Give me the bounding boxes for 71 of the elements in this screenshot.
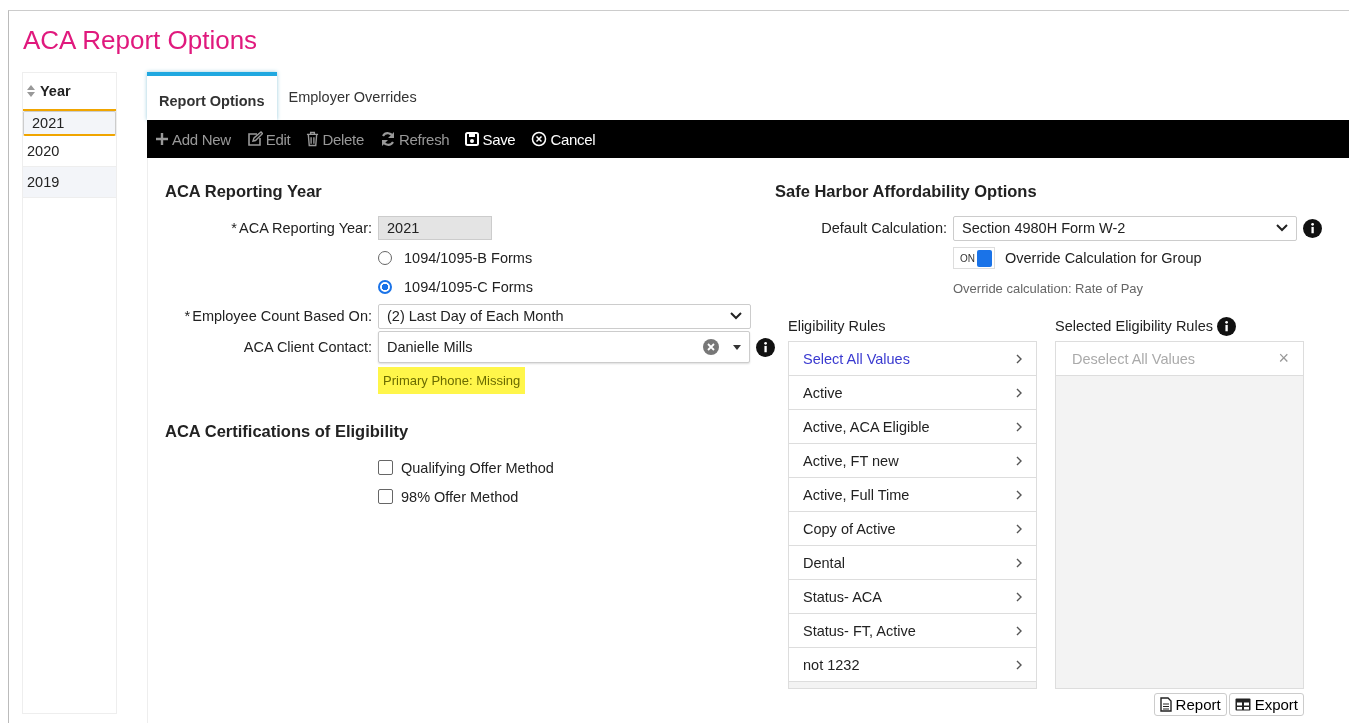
save-icon [465,132,480,146]
list-heading: Eligibility Rules [788,317,887,336]
clear-icon[interactable] [703,339,720,355]
calculation-dropdown[interactable]: Section 4980H Form W-2 [953,215,1297,241]
chevron-right-icon [1016,489,1022,500]
list-item[interactable]: not 1232 [789,648,1036,682]
required-mark: * [231,220,237,236]
list-item[interactable]: Active, FT new [789,444,1036,478]
save-button[interactable]: Save [465,130,516,148]
list-item[interactable]: Status- FT, Active [789,614,1036,648]
checkbox[interactable] [378,460,393,475]
list-item[interactable]: Active, ACA Eligible [789,410,1036,444]
option-label: 1094/1095-B Forms [404,249,533,266]
info-icon[interactable] [1303,218,1322,238]
list-item[interactable]: Status- ACA [789,580,1036,614]
report-button[interactable]: Report [1153,693,1227,716]
chevron-right-icon [1016,455,1022,466]
chevron-right-icon [1016,557,1022,568]
warning-label: Primary Phone: Missing [378,367,526,394]
field-label: Default Calculation: [820,220,947,236]
contact-combobox[interactable]: Danielle Mills [378,331,751,363]
chevron-down-icon [1276,224,1288,232]
info-icon[interactable] [1216,316,1236,336]
option-label: 98% Offer Method [401,488,519,505]
table-icon [1234,698,1251,711]
list-item[interactable]: Active, Full Time [789,478,1036,512]
toggle-label: Override Calculation for Group [1005,250,1202,266]
trash-icon [306,131,320,147]
tab[interactable]: Employer Overrides [276,74,429,120]
radio-button[interactable] [378,279,392,294]
document-icon [1159,697,1172,712]
year-field: 2021 [378,216,492,240]
chevron-right-icon [1016,625,1022,636]
cancel-icon [531,131,548,147]
page-title: ACA Report Options [22,24,259,57]
year-row[interactable]: 2019 [23,167,116,198]
list-item[interactable]: Copy of Active [789,512,1036,546]
section-heading: ACA Certifications of Eligibility [165,422,410,441]
chevron-right-icon [1016,421,1022,432]
chevron-right-icon [1016,353,1022,364]
checkbox[interactable] [378,489,393,504]
field-label: ACA Reporting Year: [239,220,372,236]
option-label: 1094/1095-C Forms [404,278,533,295]
option-label: Qualifying Offer Method [401,459,554,476]
info-icon[interactable] [756,337,775,357]
chevron-down-icon [730,312,742,320]
required-mark: * [184,308,191,324]
list-heading: Selected Eligibility Rules [1055,318,1213,334]
note-text: Override calculation: Rate of Pay [953,280,1144,296]
field-label: Employee Count Based On: [192,308,372,324]
header-label: Year [40,83,71,99]
count-dropdown[interactable]: (2) Last Day of Each Month [378,303,751,329]
field-label: ACA Client Contact: [242,339,372,355]
list-item[interactable]: Dental [789,546,1036,580]
list-item[interactable]: Active [789,376,1036,410]
chevron-right-icon [1016,659,1022,670]
caret-icon[interactable] [733,344,742,350]
refresh-icon [380,131,396,147]
section-heading: Safe Harbor Affordability Options [775,182,1038,201]
edit-icon [246,131,263,147]
chevron-right-icon [1016,523,1022,534]
export-button[interactable]: Export [1228,693,1304,716]
toggle-switch[interactable]: ON [953,247,995,269]
chevron-right-icon [1016,387,1022,398]
select-all-link[interactable]: Select All Values [789,342,1036,376]
section-heading: ACA Reporting Year [165,182,323,201]
chevron-right-icon [1016,591,1022,602]
plus-icon [155,132,169,146]
sort-icon [27,85,35,97]
cancel-button[interactable]: Cancel [531,130,596,148]
year-row[interactable]: 2021 [23,111,116,136]
